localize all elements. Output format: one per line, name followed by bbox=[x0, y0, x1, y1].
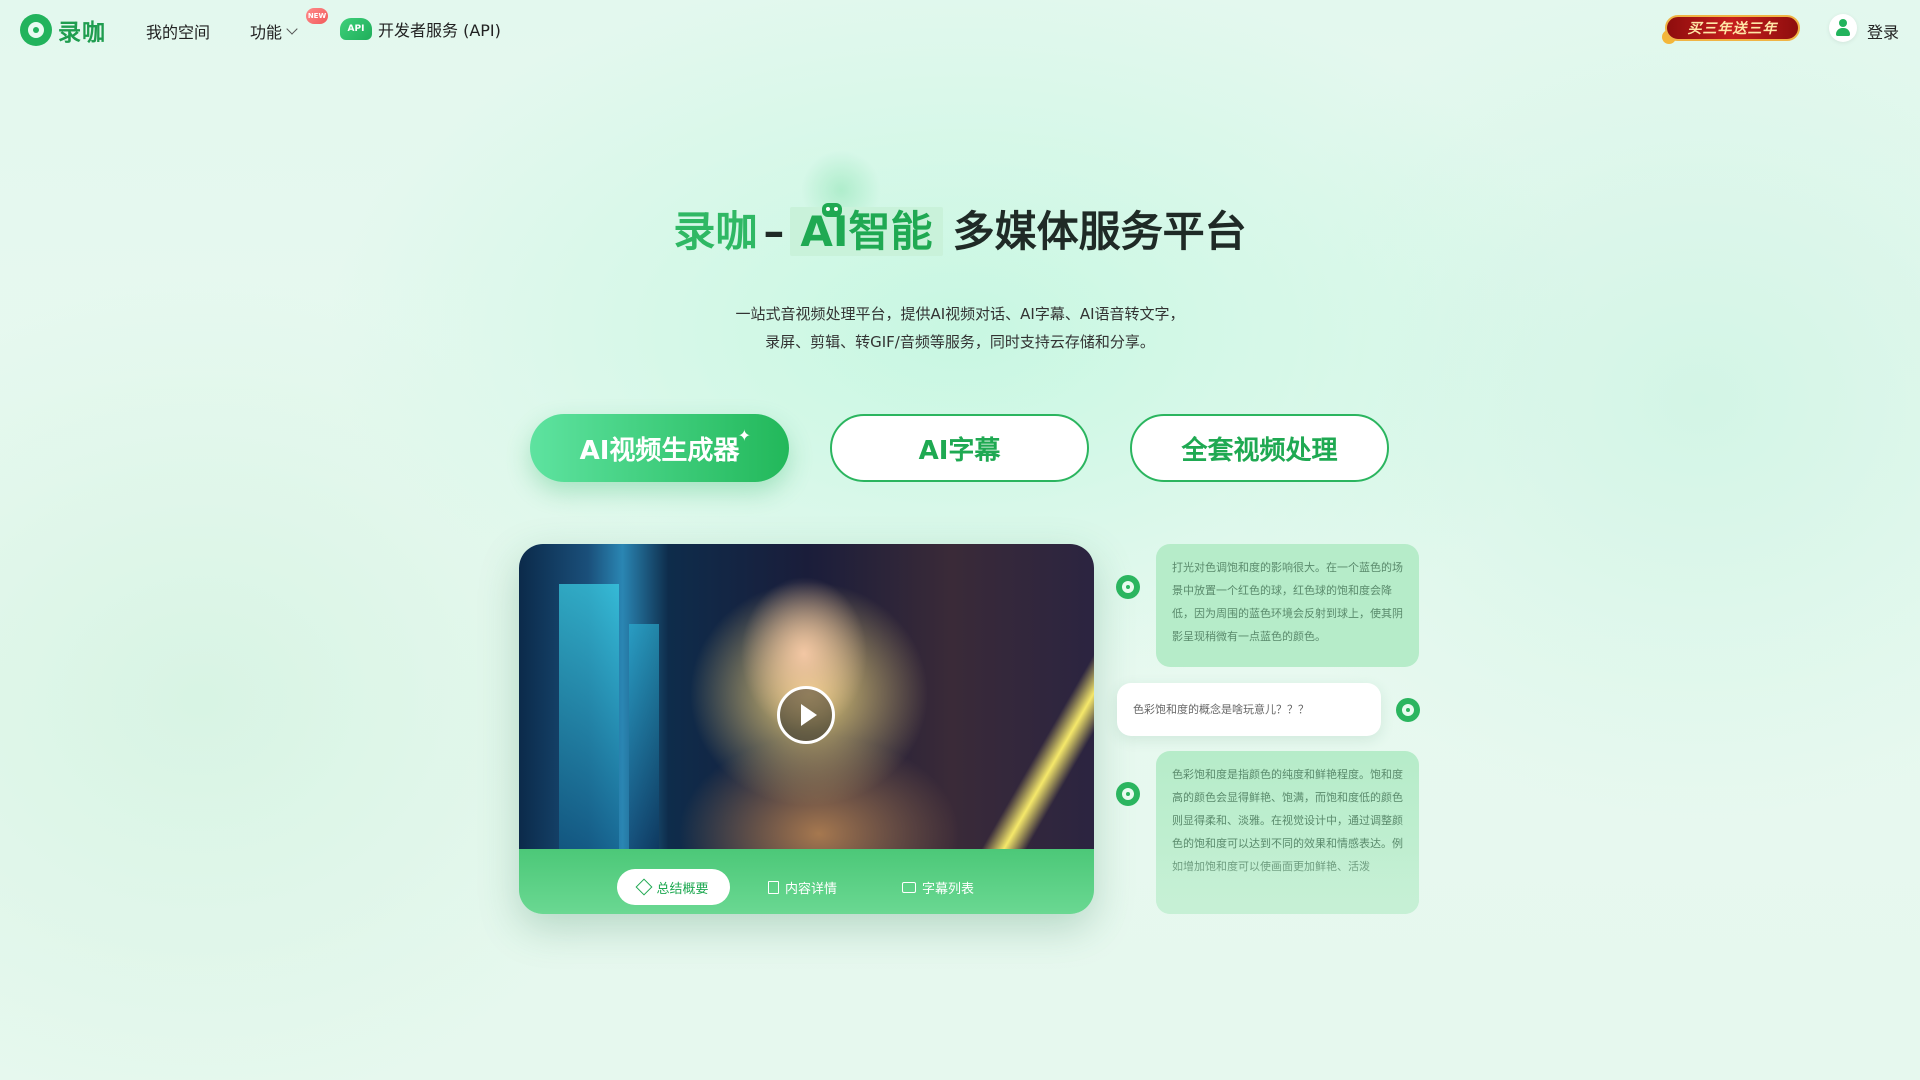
ai-subtitle-button[interactable]: AI字幕 bbox=[830, 414, 1089, 482]
document-icon bbox=[768, 880, 779, 894]
ai-message: 色彩饱和度是指颜色的纯度和鲜艳程度。饱和度高的颜色会显得鲜艳、饱满，而饱和度低的… bbox=[1156, 751, 1419, 914]
message-icon bbox=[902, 881, 916, 893]
title-ai-highlight: AI智能 bbox=[790, 207, 943, 256]
thumbnail-decoration bbox=[559, 584, 619, 849]
nav-developer-api[interactable]: API 开发者服务 (API) bbox=[340, 17, 501, 41]
subtitle-line-1: 一站式音视频处理平台，提供AI视频对话、AI字幕、AI语音转文字， bbox=[735, 305, 1185, 323]
subtitle-line-2: 录屏、剪辑、转GIF/音频等服务，同时支持云存储和分享。 bbox=[765, 333, 1155, 351]
api-cloud-icon: API bbox=[340, 18, 372, 40]
robot-icon bbox=[822, 203, 842, 217]
hero-subtitle: 一站式音视频处理平台，提供AI视频对话、AI字幕、AI语音转文字， 录屏、剪辑、… bbox=[0, 300, 1920, 356]
tab-subtitles-label: 字幕列表 bbox=[922, 881, 975, 897]
logo-text: 录咖 bbox=[58, 20, 106, 46]
nav-my-space[interactable]: 我的空间 bbox=[146, 19, 210, 43]
user-icon[interactable] bbox=[1829, 14, 1857, 42]
tab-details-label: 内容详情 bbox=[785, 881, 838, 897]
sparkle-icon: ✦ bbox=[737, 426, 751, 445]
title-dash: – bbox=[763, 207, 785, 256]
title-brand: 录咖 bbox=[673, 207, 758, 256]
video-thumbnail bbox=[519, 544, 1094, 849]
nav-developer-api-label: 开发者服务 (API) bbox=[378, 21, 501, 40]
title-rest: 多媒体服务平台 bbox=[952, 207, 1247, 256]
nav-features-label: 功能 bbox=[250, 23, 283, 42]
video-tab-bar: 总结概要 内容详情 字幕列表 bbox=[519, 849, 1094, 914]
layers-icon bbox=[635, 878, 653, 896]
login-link[interactable]: 登录 bbox=[1867, 19, 1899, 43]
logo[interactable]: 录咖 bbox=[20, 13, 106, 47]
ai-video-generator-label: AI视频生成器 bbox=[579, 435, 740, 466]
play-icon[interactable] bbox=[777, 686, 835, 744]
user-message: 色彩饱和度的概念是啥玩意儿？？？ bbox=[1117, 683, 1381, 736]
nav-features[interactable]: 功能 bbox=[250, 19, 298, 43]
promo-banner[interactable]: 买三年送三年 bbox=[1665, 15, 1800, 41]
video-preview-card: 总结概要 内容详情 字幕列表 bbox=[519, 544, 1094, 914]
user-avatar-icon bbox=[1396, 698, 1420, 722]
ai-video-generator-button[interactable]: AI视频生成器 ✦ bbox=[530, 414, 789, 482]
new-badge: NEW bbox=[306, 8, 328, 24]
thumbnail-decoration bbox=[629, 624, 659, 849]
full-video-processing-button[interactable]: 全套视频处理 bbox=[1130, 414, 1389, 482]
ai-avatar-icon bbox=[1116, 575, 1140, 599]
tab-details[interactable]: 内容详情 bbox=[768, 869, 837, 905]
tab-summary[interactable]: 总结概要 bbox=[617, 869, 730, 905]
tab-summary-label: 总结概要 bbox=[656, 881, 709, 897]
tab-subtitles[interactable]: 字幕列表 bbox=[902, 869, 974, 905]
ai-avatar-icon bbox=[1116, 782, 1140, 806]
logo-icon bbox=[20, 14, 52, 46]
chevron-down-icon bbox=[286, 23, 298, 35]
top-navbar: 录咖 我的空间 功能 NEW API 开发者服务 (API) 买三年送三年 登录 bbox=[0, 0, 1920, 58]
ai-message: 打光对色调饱和度的影响很大。在一个蓝色的场景中放置一个红色的球，红色球的饱和度会… bbox=[1156, 544, 1419, 667]
page-title: 录咖 – AI智能 多媒体服务平台 bbox=[0, 198, 1920, 259]
